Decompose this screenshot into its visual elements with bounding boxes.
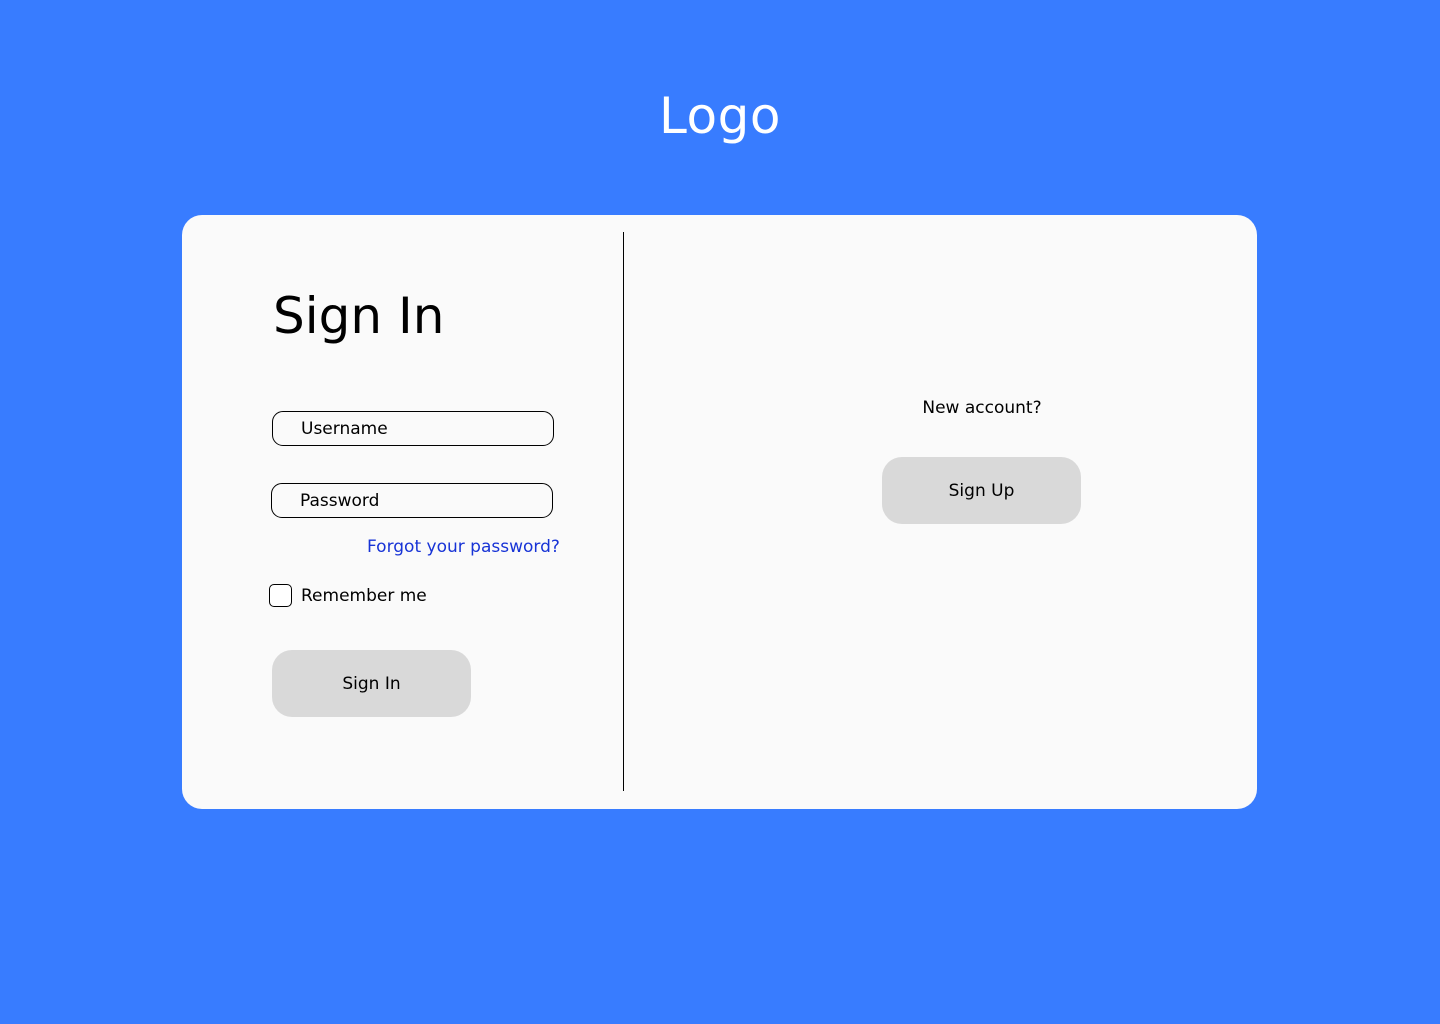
auth-card: Sign In Forgot your password? Remember m… <box>182 215 1257 809</box>
remember-me-label: Remember me <box>301 585 427 606</box>
password-input[interactable] <box>271 483 553 518</box>
remember-me-checkbox[interactable] <box>269 584 292 607</box>
username-input[interactable] <box>272 411 554 446</box>
sign-up-button[interactable]: Sign Up <box>882 457 1081 524</box>
new-account-prompt: New account? <box>922 398 1042 418</box>
logo: Logo <box>659 87 781 145</box>
forgot-password-link[interactable]: Forgot your password? <box>367 536 560 558</box>
sign-in-button[interactable]: Sign In <box>272 650 471 717</box>
page-title: Sign In <box>273 287 445 345</box>
section-divider <box>623 232 624 791</box>
remember-me-option[interactable]: Remember me <box>269 584 427 607</box>
